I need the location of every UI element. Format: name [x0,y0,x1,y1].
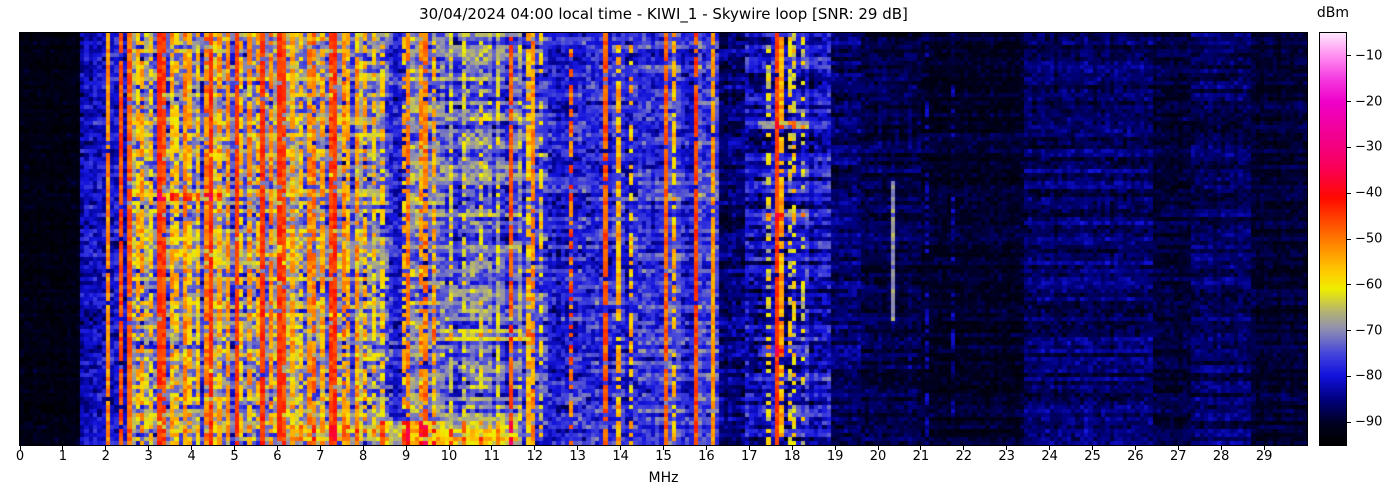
colorbar-tick-label: −70 [1355,323,1383,339]
x-tick-label: 4 [187,449,196,464]
x-tick-label: 27 [1170,449,1187,464]
colorbar-canvas [1320,33,1346,445]
x-tick-label: 24 [1041,449,1058,464]
x-tick-label: 19 [826,449,844,464]
colorbar-tick-label: −20 [1355,94,1383,110]
waterfall-canvas [20,33,1307,445]
x-tick-label: 23 [998,449,1015,464]
x-tick-label: 15 [655,449,672,464]
x-tick-label: 6 [273,449,282,464]
spectrogram-figure: 30/04/2024 04:00 local time - KIWI_1 - S… [0,0,1400,500]
x-tick-label: 1 [58,449,68,464]
colorbar-unit-label: dBm [1316,5,1350,21]
colorbar-tick-mark [1346,330,1351,332]
x-tick-label: 17 [741,449,758,464]
x-tick-label: 5 [230,449,239,464]
x-tick-label: 11 [483,449,501,464]
colorbar-tick-label: −60 [1355,277,1383,293]
x-tick-label: 12 [526,449,544,464]
colorbar-tick-mark [1346,192,1351,194]
x-tick-label: 28 [1212,449,1230,464]
waterfall-plot [19,32,1308,446]
colorbar-tick-label: −50 [1355,231,1383,247]
colorbar-tick-mark [1346,421,1351,423]
x-tick-label: 26 [1127,449,1144,464]
colorbar-tick-label: −40 [1355,185,1383,201]
colorbar-tick-label: −10 [1355,48,1383,64]
x-tick-label: 16 [698,449,715,464]
colorbar-tick-mark [1346,375,1351,377]
colorbar-tick-label: −90 [1355,414,1383,430]
x-tick-label: 18 [783,449,801,464]
colorbar-tick-mark [1346,238,1351,240]
colorbar [1319,32,1347,446]
x-tick-label: 10 [440,449,458,464]
colorbar-tick-mark [1346,146,1351,148]
x-tick-label: 25 [1084,449,1101,464]
colorbar-tick-mark [1346,284,1351,286]
x-tick-label: 0 [15,449,25,464]
x-tick-label: 3 [144,449,153,464]
x-tick-label: 29 [1255,449,1273,464]
x-tick-label: 9 [401,449,411,464]
colorbar-tick-label: −30 [1355,139,1383,155]
x-tick-label: 7 [316,449,325,464]
x-tick-label: 8 [359,449,368,464]
x-tick-label: 21 [912,449,930,464]
colorbar-tick-mark [1346,101,1351,103]
x-tick-label: 20 [869,449,887,464]
colorbar-tick-label: −80 [1355,368,1383,384]
x-tick-label: 22 [955,449,973,464]
x-tick-label: 2 [101,449,110,464]
x-tick-label: 13 [569,449,586,464]
chart-title: 30/04/2024 04:00 local time - KIWI_1 - S… [419,5,908,23]
x-axis-label: MHz [648,470,679,486]
colorbar-tick-mark [1346,55,1351,57]
x-tick-label: 14 [612,449,629,464]
